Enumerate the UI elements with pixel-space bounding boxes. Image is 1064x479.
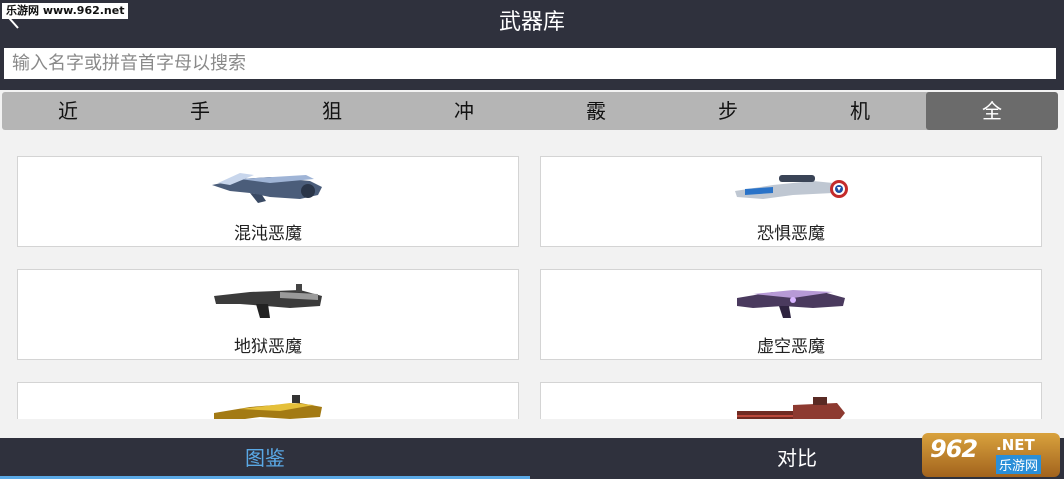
tab-machinegun[interactable]: 机 xyxy=(794,92,926,130)
minigun-red-gun-icon xyxy=(737,397,845,419)
search-bar xyxy=(0,45,1064,90)
sniper-captain-gun-icon xyxy=(735,175,848,199)
page-title: 武器库 xyxy=(498,10,565,35)
tab-pistol[interactable]: 手 xyxy=(134,92,266,130)
tab-all[interactable]: 全 xyxy=(926,92,1058,130)
weapon-name: 虚空恶魔 xyxy=(757,337,825,357)
header-bar: 武器库 乐游网 www.962.net xyxy=(0,0,1064,45)
bottom-nav: 图鉴 对比 xyxy=(0,438,1064,479)
weapon-name: 混沌恶魔 xyxy=(234,224,302,244)
tab-rifle[interactable]: 步 xyxy=(662,92,794,130)
rifle-gold-gun-icon xyxy=(214,395,322,419)
tab-sniper[interactable]: 狙 xyxy=(266,92,398,130)
weapon-name: 地狱恶魔 xyxy=(234,337,302,357)
tab-smg[interactable]: 冲 xyxy=(398,92,530,130)
site-logo: 962 .NET 乐游网 xyxy=(922,433,1060,477)
weapon-card[interactable] xyxy=(17,382,519,419)
logo-cn-text: 乐游网 xyxy=(996,455,1042,474)
logo-suffix: .NET xyxy=(996,436,1035,454)
weapon-card[interactable]: 虚空恶魔 xyxy=(540,269,1042,360)
watermark-text: 乐游网 www.962.net xyxy=(2,3,129,19)
rifle-purple-gun-icon xyxy=(737,290,845,318)
rifle-black-gun-icon xyxy=(214,284,322,318)
tab-shotgun[interactable]: 霰 xyxy=(530,92,662,130)
weapon-card[interactable]: 恐惧恶魔 xyxy=(540,156,1042,247)
weapon-card[interactable]: 地狱恶魔 xyxy=(17,269,519,360)
search-input[interactable] xyxy=(4,48,1056,79)
tab-catalog[interactable]: 图鉴 xyxy=(0,438,530,479)
weapon-grid: 混沌恶魔 恐惧恶魔 地狱恶魔 虚空恶魔 xyxy=(0,131,1064,419)
category-tabs: 近 手 狙 冲 霰 步 机 全 xyxy=(2,92,1058,130)
tab-melee[interactable]: 近 xyxy=(2,92,134,130)
weapon-card[interactable]: 混沌恶魔 xyxy=(17,156,519,247)
rifle-blue-gun-icon xyxy=(212,173,322,203)
weapon-card[interactable] xyxy=(540,382,1042,419)
logo-number: 962 xyxy=(930,435,978,463)
weapon-name: 恐惧恶魔 xyxy=(757,224,825,244)
